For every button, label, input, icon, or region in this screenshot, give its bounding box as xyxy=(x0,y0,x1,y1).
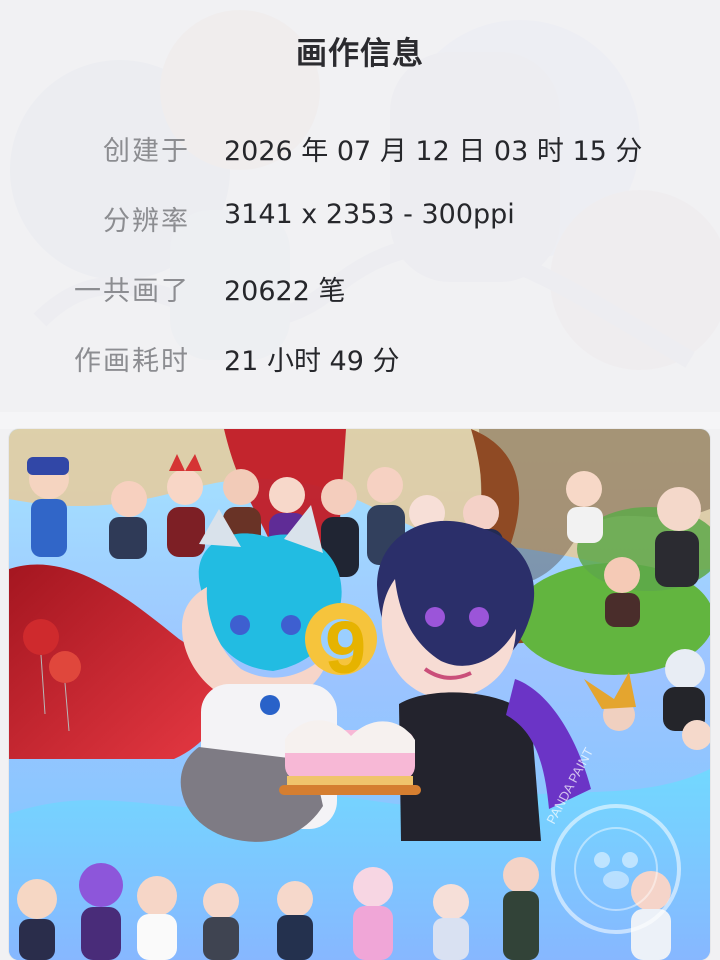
resolution-value: 3141 x 2353 - 300ppi xyxy=(224,199,515,230)
created-row: 创建于 2026 年 07 月 12 日 03 时 15 分 xyxy=(0,129,720,173)
artwork-preview[interactable]: 9 PANDA PAINT xyxy=(9,429,710,960)
artwork-info-panel: 画作信息 创建于 2026 年 07 月 12 日 03 时 15 分 分辨率 … xyxy=(0,0,720,412)
strokes-value: 20622 笔 xyxy=(224,276,346,307)
resolution-label: 分辨率 xyxy=(103,206,190,237)
created-label: 创建于 xyxy=(103,136,190,167)
section-divider xyxy=(0,412,720,429)
app-screen: 画作信息 创建于 2026 年 07 月 12 日 03 时 15 分 分辨率 … xyxy=(0,0,720,960)
page-title: 画作信息 xyxy=(296,36,424,72)
duration-row: 作画耗时 21 小时 49 分 xyxy=(0,339,720,383)
svg-text:9: 9 xyxy=(325,606,366,689)
strokes-label: 一共画了 xyxy=(74,276,190,307)
duration-label: 作画耗时 xyxy=(74,346,190,377)
created-value: 2026 年 07 月 12 日 03 时 15 分 xyxy=(224,136,643,167)
cake xyxy=(279,720,421,795)
anniversary-illustration: 9 PANDA PAINT xyxy=(9,429,710,960)
duration-value: 21 小时 49 分 xyxy=(224,346,400,377)
strokes-row: 一共画了 20622 笔 xyxy=(0,269,720,313)
resolution-row: 分辨率 3141 x 2353 - 300ppi xyxy=(0,199,720,243)
